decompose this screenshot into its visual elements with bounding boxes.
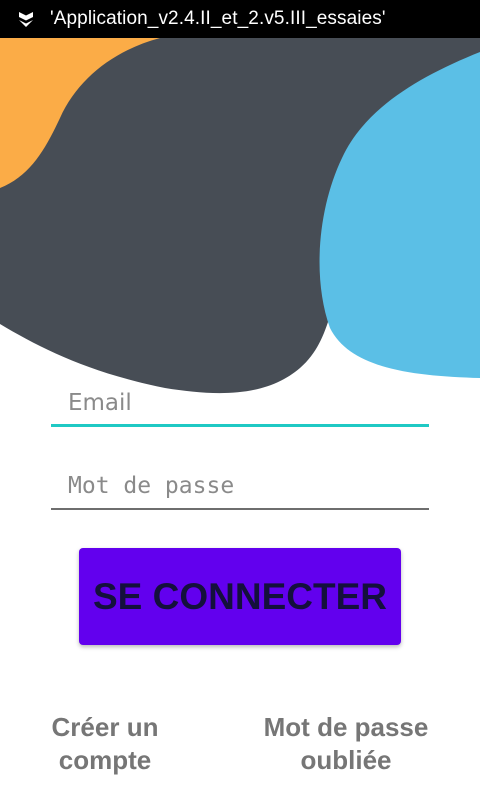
window-title: 'Application_v2.4.II_et_2.v5.III_essaies… <box>50 8 386 29</box>
login-screen: 'Application_v2.4.II_et_2.v5.III_essaies… <box>0 0 480 800</box>
forgot-password-label-line1: Mot de passe <box>263 712 429 742</box>
login-button[interactable]: SE CONNECTER <box>79 548 401 645</box>
app-shield-icon <box>16 9 36 29</box>
create-account-label-line1: Créer un <box>51 712 159 742</box>
create-account-link[interactable]: Créer un compte <box>35 711 175 777</box>
header-blob-art <box>0 38 480 394</box>
create-account-label-line2: compte <box>58 745 152 775</box>
title-bar: 'Application_v2.4.II_et_2.v5.III_essaies… <box>0 0 480 38</box>
password-field[interactable] <box>51 464 429 510</box>
forgot-password-link[interactable]: Mot de passe oubliée <box>246 711 446 777</box>
forgot-password-label-line2: oubliée <box>300 745 392 775</box>
email-field[interactable] <box>51 381 429 427</box>
